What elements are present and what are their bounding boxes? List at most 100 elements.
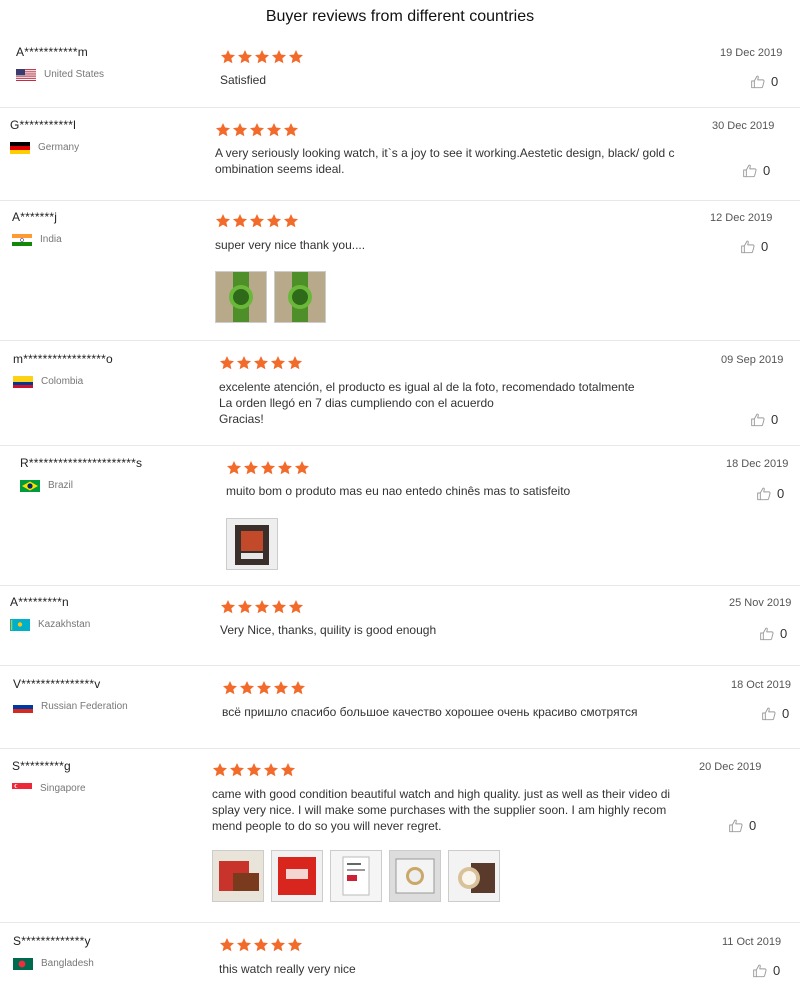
review-date: 18 Oct 2019 (731, 679, 791, 691)
helpful-button[interactable]: 0 (750, 73, 778, 89)
review-photo[interactable] (274, 271, 326, 323)
reviewer-country: United States (44, 69, 105, 80)
divider (0, 340, 800, 341)
star-icon (216, 123, 230, 137)
star-icon (247, 763, 261, 777)
review-date: 20 Dec 2019 (699, 761, 762, 773)
reviewer-name: A*********n (10, 595, 69, 609)
star-icon (250, 214, 264, 228)
star-rating (219, 355, 304, 371)
star-icon (250, 123, 264, 137)
country-flag-icon (13, 376, 33, 388)
reviewer-name: G***********l (10, 118, 76, 132)
review-photo[interactable] (330, 850, 382, 902)
divider (0, 585, 800, 586)
helpful-button[interactable]: 0 (756, 485, 784, 501)
star-icon (254, 938, 268, 952)
helpful-button[interactable]: 0 (759, 625, 787, 641)
reviewer-name: A*******j (12, 210, 58, 224)
star-icon (272, 50, 286, 64)
star-icon (255, 50, 269, 64)
review-photo[interactable] (212, 850, 264, 902)
star-icon (257, 681, 271, 695)
review-photos (215, 271, 333, 323)
review-text-line: came with good condition beautiful watch… (212, 787, 671, 801)
star-icon (291, 681, 305, 695)
review-text-line: splay very nice. I will make some purcha… (212, 803, 667, 817)
helpful-button[interactable]: 0 (761, 705, 789, 721)
helpful-count: 0 (771, 74, 779, 90)
star-icon (288, 938, 302, 952)
star-rating (215, 122, 300, 138)
reviewer-country: Singapore (40, 783, 86, 794)
divider (0, 665, 800, 666)
star-rating (222, 680, 307, 696)
reviewer-country: Bangladesh (41, 958, 94, 969)
divider (0, 200, 800, 201)
review-text-line: excelente atención, el producto es igual… (219, 380, 635, 394)
review-date: 09 Sep 2019 (721, 354, 784, 366)
helpful-button[interactable]: 0 (750, 411, 778, 427)
star-icon (264, 763, 278, 777)
review-text-line: ombination seems ideal. (215, 162, 345, 176)
thumbs-up-icon (729, 819, 743, 832)
thumbs-up-icon (741, 240, 755, 253)
helpful-count: 0 (782, 706, 790, 722)
star-icon (213, 763, 227, 777)
star-icon (221, 50, 235, 64)
star-icon (230, 763, 244, 777)
star-rating (220, 599, 305, 615)
star-icon (289, 50, 303, 64)
star-icon (289, 600, 303, 614)
star-icon (267, 214, 281, 228)
star-icon (227, 461, 241, 475)
review-photo[interactable] (389, 850, 441, 902)
review-photo[interactable] (226, 518, 278, 570)
review-text-line: muito bom o produto mas eu nao entedo ch… (226, 484, 571, 498)
country-flag-icon (10, 619, 30, 631)
reviewer-name: V***************v (13, 677, 101, 691)
review-text-line: Gracias! (219, 412, 264, 426)
reviewer-country: Brazil (48, 480, 74, 491)
review-date: 25 Nov 2019 (729, 597, 792, 609)
review-text-line: mend people to do so you will never regr… (212, 819, 442, 833)
star-icon (237, 356, 251, 370)
star-icon (216, 214, 230, 228)
review-photo[interactable] (215, 271, 267, 323)
star-icon (271, 938, 285, 952)
star-icon (244, 461, 258, 475)
helpful-count: 0 (761, 239, 769, 255)
thumbs-up-icon (760, 627, 774, 640)
helpful-button[interactable]: 0 (728, 817, 756, 833)
star-icon (240, 681, 254, 695)
star-icon (254, 356, 268, 370)
helpful-button[interactable]: 0 (740, 238, 768, 254)
review-photo[interactable] (448, 850, 500, 902)
star-icon (223, 681, 237, 695)
star-icon (278, 461, 292, 475)
review-text-line: Satisfied (220, 73, 267, 87)
star-rating (226, 460, 311, 476)
country-flag-icon (13, 958, 33, 970)
star-icon (288, 356, 302, 370)
helpful-button[interactable]: 0 (752, 962, 780, 978)
review-text-line: this watch really very nice (219, 962, 356, 976)
star-icon (233, 214, 247, 228)
reviewer-country: Kazakhstan (38, 619, 91, 630)
helpful-count: 0 (749, 818, 757, 834)
page-title: Buyer reviews from different countries (265, 8, 535, 25)
helpful-button[interactable]: 0 (742, 162, 770, 178)
reviewer-country: India (40, 234, 62, 245)
review-date: 12 Dec 2019 (710, 212, 773, 224)
country-flag-icon (16, 69, 36, 81)
star-icon (284, 214, 298, 228)
star-icon (295, 461, 309, 475)
star-icon (255, 600, 269, 614)
star-icon (233, 123, 247, 137)
star-icon (237, 938, 251, 952)
reviewer-name: S*********g (12, 759, 71, 773)
thumbs-up-icon (753, 964, 767, 977)
review-photo[interactable] (271, 850, 323, 902)
reviewer-country: Russian Federation (41, 701, 128, 712)
helpful-count: 0 (777, 486, 785, 502)
